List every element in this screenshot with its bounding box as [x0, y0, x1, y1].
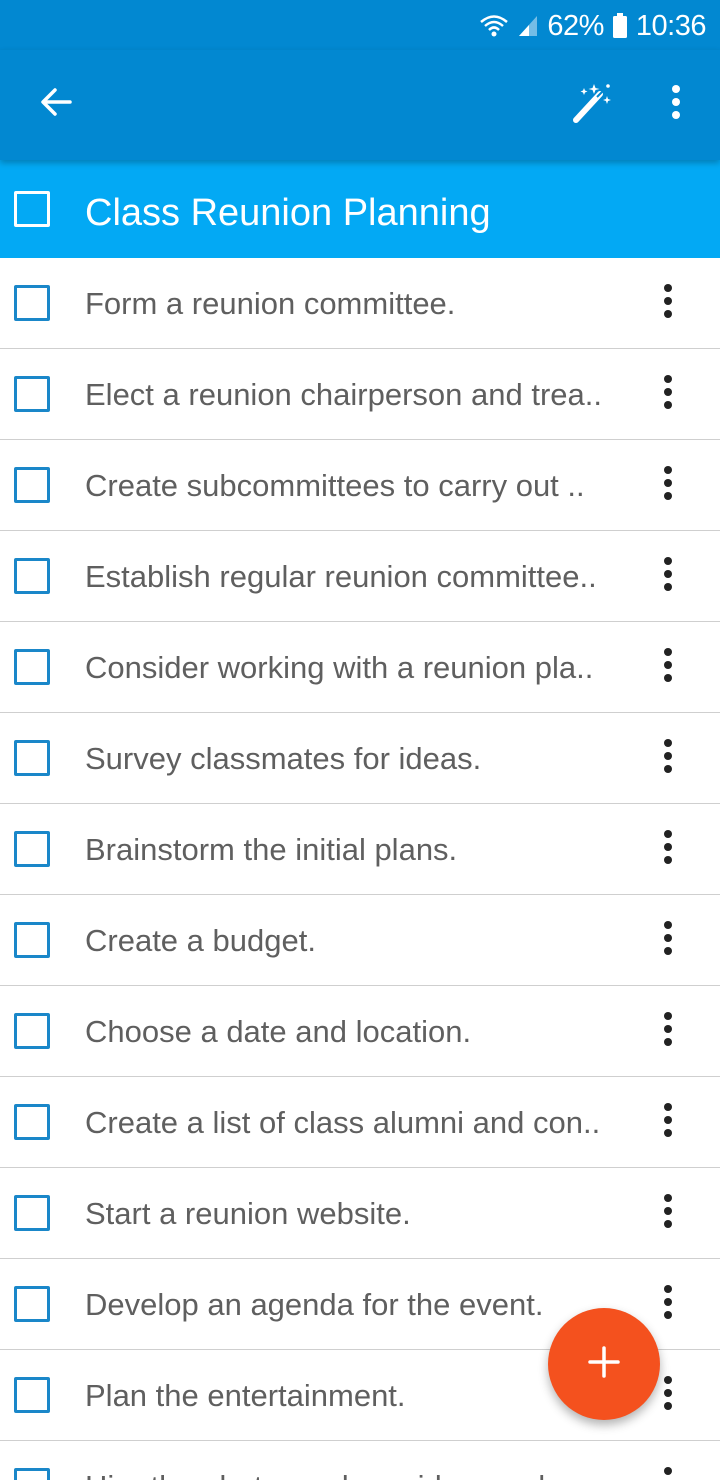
- task-menu-button[interactable]: [646, 463, 690, 507]
- task-label: Create subcommittees to carry out ..: [85, 468, 585, 503]
- task-menu-button[interactable]: [646, 1191, 690, 1235]
- task-row[interactable]: Choose a date and location.: [0, 986, 720, 1077]
- status-bar: 62% 10:36: [0, 0, 720, 50]
- more-vert-icon: [662, 1284, 674, 1325]
- task-label: Survey classmates for ideas.: [85, 741, 482, 776]
- plus-icon: [587, 1345, 621, 1384]
- task-menu-button[interactable]: [646, 1464, 690, 1480]
- task-row[interactable]: Brainstorm the initial plans.: [0, 804, 720, 895]
- more-vert-icon: [662, 829, 674, 870]
- task-menu-button[interactable]: [646, 645, 690, 689]
- task-checkbox[interactable]: [14, 1104, 50, 1140]
- task-label: Plan the entertainment.: [85, 1378, 406, 1413]
- task-row[interactable]: Create a list of class alumni and con..: [0, 1077, 720, 1168]
- status-indicators: 62% 10:36: [479, 6, 707, 46]
- more-vert-icon: [662, 283, 674, 324]
- task-label: Develop an agenda for the event.: [85, 1287, 544, 1322]
- task-label: Consider working with a reunion pla..: [85, 650, 594, 685]
- magic-wand-button[interactable]: [560, 72, 624, 136]
- more-vert-icon: [662, 647, 674, 688]
- back-button[interactable]: [24, 72, 88, 136]
- more-vert-icon: [662, 465, 674, 506]
- task-label: Hire the photographer, videographe..: [85, 1441, 625, 1480]
- task-menu-button[interactable]: [646, 827, 690, 871]
- task-label: Choose a date and location.: [85, 1014, 472, 1049]
- battery-percent: 62%: [547, 9, 604, 42]
- task-checkbox[interactable]: [14, 1195, 50, 1231]
- list-title: Class Reunion Planning: [85, 192, 491, 234]
- task-checkbox[interactable]: [14, 467, 50, 503]
- task-row[interactable]: Start a reunion website.: [0, 1168, 720, 1259]
- task-checkbox[interactable]: [14, 831, 50, 867]
- task-list: Form a reunion committee. Elect a reunion…: [0, 258, 720, 1480]
- app-bar: [0, 50, 720, 160]
- task-menu-button[interactable]: [646, 1100, 690, 1144]
- task-checkbox[interactable]: [14, 1468, 50, 1480]
- task-label: Form a reunion committee.: [85, 286, 456, 321]
- magic-wand-icon: [570, 80, 614, 129]
- task-checkbox[interactable]: [14, 1013, 50, 1049]
- task-checkbox[interactable]: [14, 376, 50, 412]
- task-menu-button[interactable]: [646, 554, 690, 598]
- back-arrow-icon: [38, 84, 74, 125]
- select-all-checkbox[interactable]: [14, 191, 50, 227]
- task-menu-button[interactable]: [646, 1009, 690, 1053]
- task-menu-button[interactable]: [646, 1282, 690, 1326]
- more-vert-icon: [662, 374, 674, 415]
- task-menu-button[interactable]: [646, 918, 690, 962]
- wifi-icon: [479, 14, 509, 38]
- task-label: Start a reunion website.: [85, 1196, 411, 1231]
- task-label: Create a list of class alumni and con..: [85, 1105, 601, 1140]
- more-vert-icon: [662, 1193, 674, 1234]
- signal-icon: [517, 14, 539, 38]
- more-vert-icon: [662, 738, 674, 779]
- task-row[interactable]: Establish regular reunion committee..: [0, 531, 720, 622]
- task-checkbox[interactable]: [14, 1377, 50, 1413]
- task-menu-button[interactable]: [646, 281, 690, 325]
- task-label: Elect a reunion chairperson and trea..: [85, 377, 602, 412]
- screen: 62% 10:36 Class Reunion Planning Form a …: [0, 0, 720, 1480]
- task-row[interactable]: Elect a reunion chairperson and trea..: [0, 349, 720, 440]
- task-checkbox[interactable]: [14, 922, 50, 958]
- task-checkbox[interactable]: [14, 649, 50, 685]
- list-header: Class Reunion Planning: [0, 160, 720, 258]
- task-checkbox[interactable]: [14, 740, 50, 776]
- task-checkbox[interactable]: [14, 285, 50, 321]
- task-menu-button[interactable]: [646, 736, 690, 780]
- task-row[interactable]: Consider working with a reunion pla..: [0, 622, 720, 713]
- more-vert-icon: [662, 556, 674, 597]
- task-row[interactable]: Form a reunion committee.: [0, 258, 720, 349]
- more-vert-icon: [662, 920, 674, 961]
- task-row[interactable]: Survey classmates for ideas.: [0, 713, 720, 804]
- clock: 10:36: [635, 9, 707, 42]
- more-vert-icon: [670, 84, 682, 125]
- more-vert-icon: [662, 1102, 674, 1143]
- task-row[interactable]: Create a budget.: [0, 895, 720, 986]
- overflow-menu-button[interactable]: [644, 72, 708, 136]
- task-row[interactable]: Create subcommittees to carry out ..: [0, 440, 720, 531]
- more-vert-icon: [662, 1375, 674, 1416]
- more-vert-icon: [662, 1011, 674, 1052]
- task-label: Create a budget.: [85, 923, 316, 958]
- task-checkbox[interactable]: [14, 558, 50, 594]
- task-menu-button[interactable]: [646, 372, 690, 416]
- task-label: Establish regular reunion committee..: [85, 559, 597, 594]
- battery-icon: [612, 13, 628, 39]
- more-vert-icon: [662, 1466, 674, 1480]
- task-label: Brainstorm the initial plans.: [85, 832, 458, 867]
- task-row[interactable]: Hire the photographer, videographe..: [0, 1441, 720, 1480]
- task-checkbox[interactable]: [14, 1286, 50, 1322]
- add-task-button[interactable]: [548, 1308, 660, 1420]
